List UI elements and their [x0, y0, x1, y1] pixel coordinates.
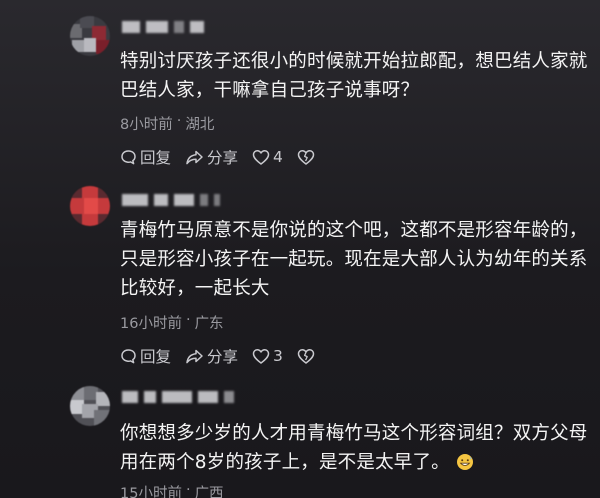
reply-button[interactable]: 回复	[120, 345, 171, 367]
share-button[interactable]: 分享	[185, 146, 238, 168]
dislike-button[interactable]	[297, 149, 315, 166]
comment-location: 湖北	[185, 117, 215, 133]
comment-bubble-icon	[120, 149, 137, 166]
comment-text-body: 你想想多少岁的人才用青梅竹马这个形容词组？双方父母用在两个8岁的孩子上，是不是太…	[120, 423, 588, 473]
comment-meta: 8小时前 · 湖北	[120, 113, 214, 134]
reply-label: 回复	[140, 149, 172, 167]
share-arrow-icon	[185, 149, 204, 166]
comment-meta: 16小时前 · 广东	[120, 312, 224, 333]
comment-bubble-icon	[120, 348, 137, 365]
comment-text: 特别讨厌孩子还很小的时候就开始拉郎配，想巴结人家就巴结人家，干嘛拿自己孩子说事呀…	[120, 51, 588, 101]
share-label: 分享	[207, 149, 239, 167]
comment-actions: 回复 分享 4	[120, 146, 329, 168]
grinning-sweat-emoji	[456, 451, 474, 470]
user-avatar[interactable]	[70, 186, 110, 226]
comment-time: 8小时前	[120, 117, 173, 133]
comment-time: 15小时前	[120, 486, 182, 498]
comment-list: 特别讨厌孩子还很小的时候就开始拉郎配，想巴结人家就巴结人家，干嘛拿自己孩子说事呀…	[0, 0, 600, 498]
like-count: 4	[273, 148, 283, 166]
like-button[interactable]: 3	[252, 347, 283, 365]
comment-text: 你想想多少岁的人才用青梅竹马这个形容词组？双方父母用在两个8岁的孩子上，是不是太…	[120, 419, 598, 477]
comment-location: 广西	[194, 486, 224, 498]
meta-separator: ·	[176, 113, 182, 129]
comment-time: 16小时前	[120, 316, 182, 332]
share-arrow-icon	[185, 348, 204, 365]
reply-button[interactable]: 回复	[120, 146, 171, 168]
broken-heart-icon	[297, 348, 315, 365]
user-avatar[interactable]	[70, 386, 110, 426]
share-label: 分享	[207, 348, 239, 366]
broken-heart-icon	[297, 149, 315, 166]
heart-icon	[252, 149, 270, 166]
meta-separator: ·	[185, 482, 191, 498]
comment-text: 青梅竹马原意不是你说的这个吧，这都不是形容年龄的，只是形容小孩子在一起玩。现在是…	[120, 220, 588, 299]
dislike-button[interactable]	[297, 348, 315, 365]
blurred-username[interactable]	[122, 20, 204, 34]
blurred-username[interactable]	[122, 390, 234, 404]
meta-separator: ·	[185, 312, 191, 328]
comment-actions: 回复 分享 3	[120, 345, 329, 367]
user-avatar[interactable]	[70, 16, 110, 56]
heart-icon	[252, 348, 270, 365]
blurred-username[interactable]	[122, 193, 220, 207]
like-button[interactable]: 4	[252, 148, 283, 166]
reply-label: 回复	[140, 348, 172, 366]
comment-location: 广东	[194, 316, 224, 332]
share-button[interactable]: 分享	[185, 345, 238, 367]
like-count: 3	[273, 347, 283, 365]
comment-meta: 15小时前 · 广西	[120, 482, 224, 498]
